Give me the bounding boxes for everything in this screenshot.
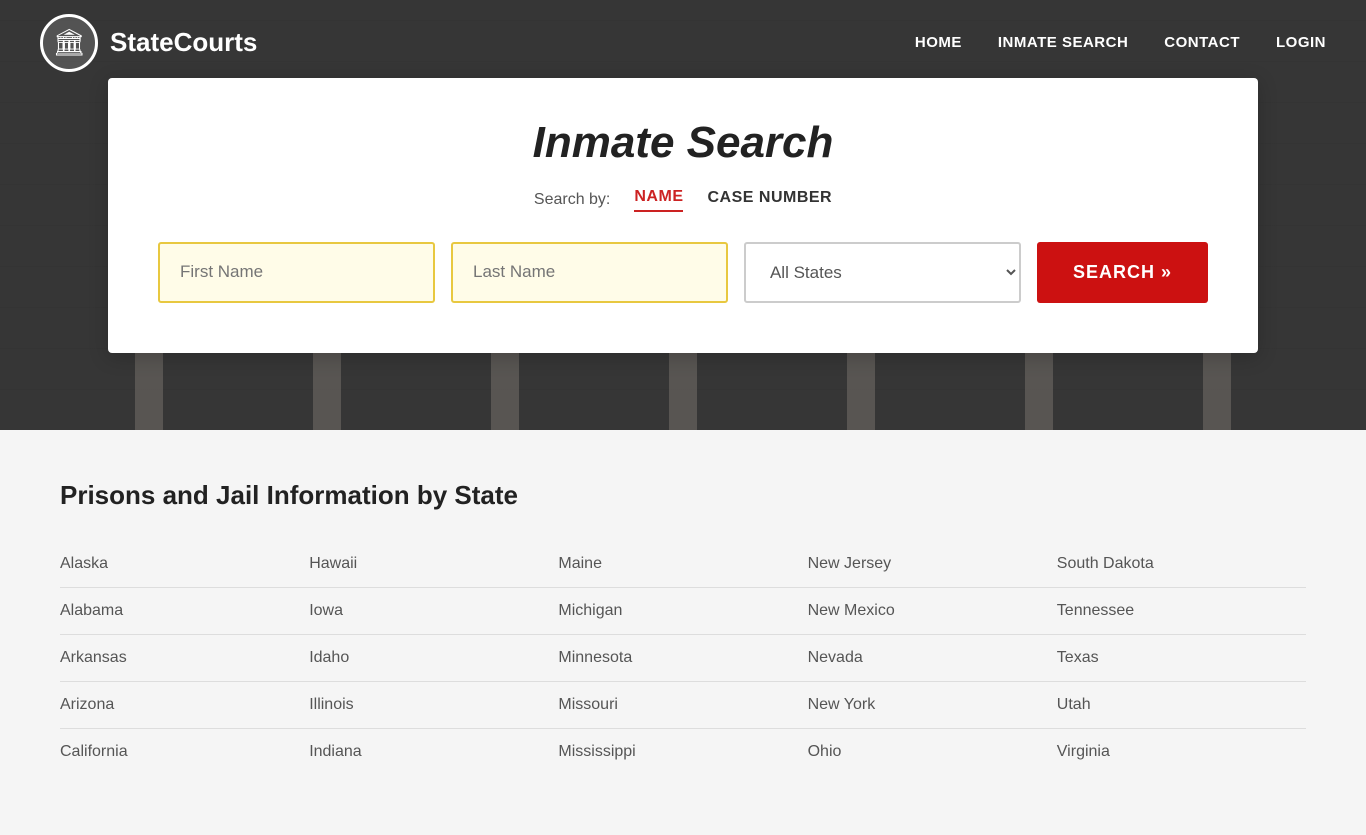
- logo-text: StateCourts: [110, 27, 257, 58]
- state-link[interactable]: Hawaii: [309, 541, 558, 588]
- search-fields: All StatesAlabamaAlaskaArizonaArkansasCa…: [158, 242, 1208, 303]
- nav-contact[interactable]: CONTACT: [1164, 34, 1240, 51]
- state-col-1: HawaiiIowaIdahoIllinoisIndiana: [309, 541, 558, 775]
- state-link[interactable]: Maine: [558, 541, 807, 588]
- nav-inmate-search[interactable]: INMATE SEARCH: [998, 34, 1128, 51]
- state-link[interactable]: Indiana: [309, 729, 558, 775]
- states-grid: AlaskaAlabamaArkansasArizonaCaliforniaHa…: [60, 541, 1306, 775]
- search-by-row: Search by: NAME CASE NUMBER: [158, 188, 1208, 212]
- state-link[interactable]: Ohio: [808, 729, 1057, 775]
- state-link[interactable]: Minnesota: [558, 635, 807, 682]
- search-title: Inmate Search: [158, 118, 1208, 168]
- main-nav: HOME INMATE SEARCH CONTACT LOGIN: [915, 34, 1326, 51]
- site-header: 🏛 StateCourts HOME INMATE SEARCH CONTACT…: [0, 0, 1366, 85]
- nav-home[interactable]: HOME: [915, 34, 962, 51]
- logo[interactable]: 🏛 StateCourts: [40, 14, 257, 72]
- state-link[interactable]: Michigan: [558, 588, 807, 635]
- last-name-input[interactable]: [451, 242, 728, 303]
- state-link[interactable]: Tennessee: [1057, 588, 1306, 635]
- state-link[interactable]: Mississippi: [558, 729, 807, 775]
- state-link[interactable]: New York: [808, 682, 1057, 729]
- state-link[interactable]: New Mexico: [808, 588, 1057, 635]
- logo-icon: 🏛: [40, 14, 98, 72]
- state-link[interactable]: Alaska: [60, 541, 309, 588]
- state-link[interactable]: California: [60, 729, 309, 775]
- state-link[interactable]: South Dakota: [1057, 541, 1306, 588]
- state-link[interactable]: Illinois: [309, 682, 558, 729]
- state-select[interactable]: All StatesAlabamaAlaskaArizonaArkansasCa…: [744, 242, 1021, 303]
- first-name-input[interactable]: [158, 242, 435, 303]
- state-link[interactable]: Arizona: [60, 682, 309, 729]
- state-link[interactable]: Arkansas: [60, 635, 309, 682]
- state-link[interactable]: Iowa: [309, 588, 558, 635]
- state-link[interactable]: Alabama: [60, 588, 309, 635]
- search-by-label: Search by:: [534, 191, 610, 209]
- state-link[interactable]: Virginia: [1057, 729, 1306, 775]
- state-col-4: South DakotaTennesseeTexasUtahVirginia: [1057, 541, 1306, 775]
- nav-login[interactable]: LOGIN: [1276, 34, 1326, 51]
- lower-section: Prisons and Jail Information by State Al…: [0, 430, 1366, 835]
- state-col-2: MaineMichiganMinnesotaMissouriMississipp…: [558, 541, 807, 775]
- state-link[interactable]: Missouri: [558, 682, 807, 729]
- search-button[interactable]: SEARCH »: [1037, 242, 1208, 303]
- state-link[interactable]: Idaho: [309, 635, 558, 682]
- state-col-3: New JerseyNew MexicoNevadaNew YorkOhio: [808, 541, 1057, 775]
- tab-case-number[interactable]: CASE NUMBER: [707, 189, 832, 211]
- state-link[interactable]: Utah: [1057, 682, 1306, 729]
- state-link[interactable]: New Jersey: [808, 541, 1057, 588]
- state-col-0: AlaskaAlabamaArkansasArizonaCalifornia: [60, 541, 309, 775]
- state-link[interactable]: Nevada: [808, 635, 1057, 682]
- tab-name[interactable]: NAME: [634, 188, 683, 212]
- lower-section-title: Prisons and Jail Information by State: [60, 480, 1306, 511]
- state-link[interactable]: Texas: [1057, 635, 1306, 682]
- search-card: Inmate Search Search by: NAME CASE NUMBE…: [108, 78, 1258, 353]
